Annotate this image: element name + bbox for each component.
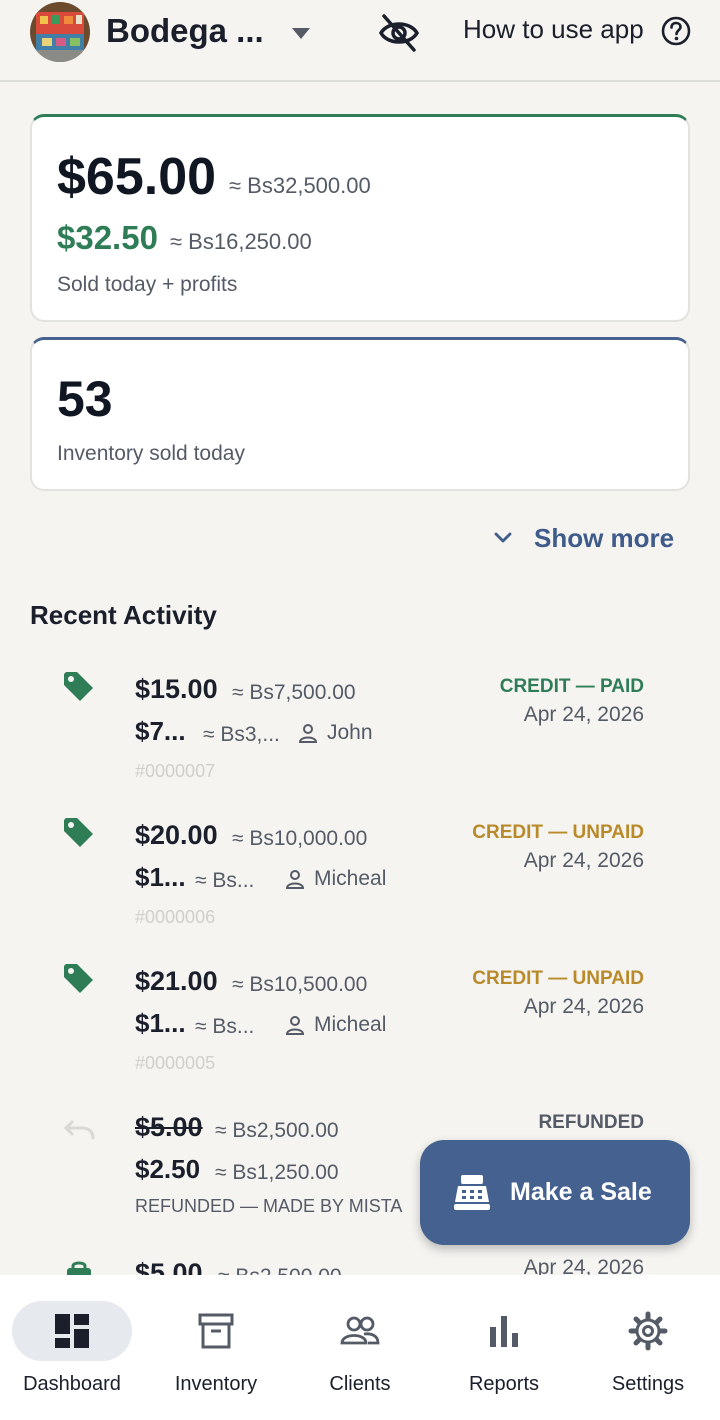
make-a-sale-button[interactable]: Make a Sale — [420, 1140, 690, 1245]
nav-clients-label: Clients — [329, 1373, 391, 1395]
sale-profit-bs: ≈ Bs... — [195, 869, 255, 892]
list-item[interactable]: $15.00 ≈ Bs7,500.00 $7... ≈ Bs3,... John… — [0, 650, 720, 796]
tag-icon — [64, 818, 93, 847]
sale-amount: $20.00 — [135, 820, 218, 850]
bottom-navigation: Dashboard Inventory Clients Reports Sett… — [0, 1275, 720, 1420]
sale-amount: $21.00 — [135, 966, 218, 996]
tag-icon — [64, 964, 93, 993]
status-badge: CREDIT — UNPAID — [472, 968, 644, 989]
sales-total: $65.00 — [57, 148, 217, 206]
tag-icon — [64, 672, 93, 701]
sale-date: Apr 24, 2026 — [523, 703, 644, 726]
sales-summary-card[interactable]: $65.00 ≈ Bs32,500.00 $32.50 ≈ Bs16,250.0… — [30, 114, 690, 322]
sale-date: Apr 24, 2026 — [523, 1256, 644, 1275]
sale-profit-bs: ≈ Bs... — [195, 1015, 255, 1038]
nav-reports[interactable]: Reports — [432, 1275, 576, 1420]
gear-icon — [628, 1311, 668, 1351]
nav-clients[interactable]: Clients — [288, 1275, 432, 1420]
inventory-count: 53 — [57, 371, 113, 427]
cash-register-icon — [454, 1175, 490, 1210]
client-name: Micheal — [314, 1013, 387, 1036]
person-icon — [285, 870, 305, 889]
inventory-summary-card[interactable]: 53 Inventory sold today — [30, 337, 690, 491]
sale-date: Apr 24, 2026 — [523, 995, 644, 1018]
shopping-bag-icon — [67, 1261, 91, 1275]
sale-amount: $5.00 — [135, 1112, 203, 1142]
sale-amount-bs: ≈ Bs10,000.00 — [232, 827, 368, 850]
sale-profit-bs: ≈ Bs1,250.00 — [215, 1161, 339, 1184]
sales-label: Sold today + profits — [57, 273, 238, 296]
sale-profit-bs: ≈ Bs3,... — [203, 723, 280, 746]
inventory-label: Inventory sold today — [57, 442, 245, 465]
people-icon — [340, 1316, 380, 1345]
nav-dashboard[interactable]: Dashboard — [0, 1275, 144, 1420]
nav-inventory[interactable]: Inventory — [144, 1275, 288, 1420]
bar-chart-icon — [490, 1316, 518, 1347]
receipt-number: #0000005 — [135, 1053, 216, 1073]
status-badge: CREDIT — UNPAID — [472, 822, 644, 843]
chevron-down-icon[interactable] — [288, 24, 314, 42]
sale-amount-bs: ≈ Bs10,500.00 — [232, 973, 368, 996]
sale-profit: $7... — [135, 716, 186, 746]
sale-profit: $2.50 — [135, 1154, 201, 1184]
nav-settings[interactable]: Settings — [576, 1275, 720, 1420]
client-name: John — [327, 721, 373, 744]
nav-dashboard-label: Dashboard — [23, 1373, 121, 1395]
client-name: Micheal — [314, 867, 387, 890]
person-icon — [298, 724, 318, 743]
sales-total-bs: ≈ Bs32,500.00 — [229, 173, 371, 198]
how-to-use-link[interactable]: How to use app — [463, 14, 644, 45]
nav-settings-label: Settings — [611, 1373, 685, 1395]
show-more-button[interactable]: Show more — [492, 518, 674, 558]
sale-profit: $1... — [135, 1008, 186, 1038]
list-item[interactable]: $20.00 ≈ Bs10,000.00 $1... ≈ Bs... Miche… — [0, 796, 720, 942]
client-chip: Micheal — [284, 1013, 386, 1037]
sale-date: Apr 24, 2026 — [523, 849, 644, 872]
nav-reports-label: Reports — [468, 1373, 540, 1395]
profit-total-bs: ≈ Bs16,250.00 — [170, 229, 312, 254]
sale-amount: $5.00 — [135, 1258, 203, 1275]
archive-box-icon — [198, 1313, 234, 1349]
recent-activity-title: Recent Activity — [30, 600, 217, 630]
refund-note: REFUNDED — MADE BY MISTA — [135, 1196, 403, 1216]
help-circle-icon[interactable] — [660, 15, 692, 47]
store-name[interactable]: Bodega ... — [106, 12, 264, 50]
make-a-sale-label: Make a Sale — [510, 1178, 652, 1206]
status-badge: REFUNDED — [538, 1112, 644, 1133]
sale-amount-bs: ≈ Bs2,500.00 — [218, 1265, 342, 1275]
receipt-number: #0000007 — [135, 761, 216, 781]
client-chip: Micheal — [284, 867, 386, 891]
sale-amount-bs: ≈ Bs7,500.00 — [232, 681, 356, 704]
person-icon — [285, 1016, 305, 1035]
chevron-down-icon — [494, 532, 512, 543]
eye-off-icon[interactable] — [376, 10, 422, 56]
list-item[interactable]: $21.00 ≈ Bs10,500.00 $1... ≈ Bs... Miche… — [0, 942, 720, 1088]
sale-amount: $15.00 — [135, 674, 218, 704]
top-bar: Bodega ... How to use app — [0, 0, 720, 82]
client-chip: John — [297, 721, 373, 745]
sale-profit: $1... — [135, 862, 186, 892]
undo-icon — [64, 1120, 95, 1140]
show-more-label: Show more — [534, 522, 675, 553]
store-avatar[interactable] — [30, 2, 90, 62]
profit-total: $32.50 — [57, 219, 158, 256]
status-badge: CREDIT — PAID — [499, 676, 644, 697]
sale-amount-bs: ≈ Bs2,500.00 — [215, 1119, 339, 1142]
dashboard-icon — [55, 1314, 89, 1348]
receipt-number: #0000006 — [135, 907, 216, 927]
nav-inventory-label: Inventory — [174, 1373, 258, 1395]
